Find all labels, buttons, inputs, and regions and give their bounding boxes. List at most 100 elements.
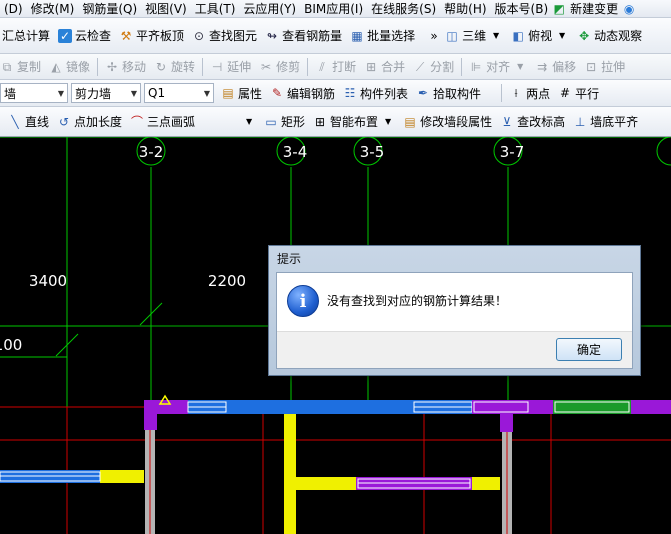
layer-combo[interactable]: 墙 ▼ [0, 83, 68, 103]
type-combo[interactable]: 剪力墙 ▼ [71, 83, 141, 103]
wall-bottom-flat-button[interactable]: ⊥ 墙底平齐 [569, 111, 642, 133]
binoculars-icon: ⊙ [194, 28, 205, 43]
menu-draw[interactable]: (D) [0, 0, 27, 17]
menu-view[interactable]: 视图(V) [141, 0, 191, 17]
move-button[interactable]: ✢ 移动 [101, 56, 150, 78]
chevron-down-icon: ▼ [57, 88, 64, 98]
trim-button[interactable]: ✂ 修剪 [255, 56, 304, 78]
hint-dialog: 提示 i 没有查找到对应的钢筋计算结果！ 确定 [268, 245, 641, 376]
dynamic-observe-button[interactable]: ✥ 动态观察 [573, 25, 646, 47]
stretch-button[interactable]: ⊡ 拉伸 [580, 56, 629, 78]
axis-label: 3-5 [360, 143, 385, 161]
menu-tools[interactable]: 工具(T) [191, 0, 240, 17]
chevron-down-icon: ▼ [493, 30, 500, 40]
menu-modify[interactable]: 修改(M) [27, 0, 79, 17]
two-points-button[interactable]: ⟊ 两点 [505, 82, 554, 104]
axis-bubble [656, 137, 671, 166]
flat-top-label: 平齐板顶 [136, 29, 185, 43]
menu-help[interactable]: 帮助(H) [440, 0, 490, 17]
dimension-text: 100 [0, 336, 22, 354]
edit-rebar-button[interactable]: ✎ 编辑钢筋 [266, 82, 339, 104]
parallel-label: 平行 [575, 86, 600, 101]
element-combo[interactable]: Q1 ▼ [144, 83, 214, 103]
overflow-chevron-icon[interactable]: » [427, 29, 441, 43]
menu-bar: (D) 修改(M) 钢筋量(Q) 视图(V) 工具(T) 云应用(Y) BIM应… [0, 0, 671, 18]
line-label: 直线 [25, 115, 50, 129]
axis-label: 3-2 [139, 143, 164, 161]
mirror-button[interactable]: ◭ 镜像 [45, 56, 94, 78]
find-element-button[interactable]: ⊙ 查找图元 [188, 25, 261, 47]
top-view-icon: ◧ [512, 28, 524, 43]
menu-rebar-quantity[interactable]: 钢筋量(Q) [78, 0, 141, 17]
menu-version[interactable]: 版本号(B) [491, 0, 553, 17]
align-label: 对齐 [486, 60, 511, 74]
pick-component-button[interactable]: ✒ 拾取构件 [412, 82, 485, 104]
view-rebar-button[interactable]: ↬ 查看钢筋量 [261, 25, 346, 47]
modify-wall-icon: ▤ [404, 114, 416, 129]
offset-button[interactable]: ⇉ 偏移 [531, 56, 580, 78]
top-view-dropdown[interactable]: ◧ 俯视 ▼ [507, 25, 573, 47]
parallel-button[interactable]: # 平行 [554, 82, 603, 104]
align-dropdown[interactable]: ⊫ 对齐 ▼ [465, 56, 531, 78]
beam-segment-purple [631, 400, 671, 414]
toolbar-edit: ⧉ 复制 ◭ 镜像 ✢ 移动 ↻ 旋转 ⊣ 延伸 ✂ 修剪 ⫽ 打断 ⊞ 合并 … [0, 54, 671, 80]
copy-icon: ⧉ [2, 59, 12, 74]
component-list-label: 构件列表 [360, 86, 409, 101]
new-change-icon: ◩ [553, 1, 565, 16]
dimension-text: 3400 [29, 272, 67, 290]
split-button[interactable]: ⟋ 分割 [409, 56, 458, 78]
point-length-label: 点加长度 [74, 115, 123, 129]
rectangle-label: 矩形 [281, 115, 306, 129]
rotate-button[interactable]: ↻ 旋转 [150, 56, 199, 78]
cube-3d-icon: ◫ [446, 28, 458, 43]
menu-new-change[interactable]: 新建变更 [566, 0, 622, 17]
cloud-account-icon[interactable]: ◉ [622, 2, 636, 16]
view-mode-label: 三维 [462, 29, 487, 43]
menu-bim[interactable]: BIM应用(I) [300, 0, 367, 17]
copy-button[interactable]: ⧉ 复制 [0, 56, 45, 78]
batch-select-icon: ▦ [351, 28, 363, 43]
wall-vertical [284, 414, 296, 534]
point-length-button[interactable]: ↺ 点加长度 [53, 111, 126, 133]
line-button[interactable]: ╲ 直线 [0, 111, 53, 133]
chevron-down-icon: ▼ [245, 116, 253, 126]
properties-button[interactable]: ▤ 属性 [217, 82, 266, 104]
merge-icon: ⊞ [366, 59, 377, 74]
component-list-button[interactable]: ☷ 构件列表 [339, 82, 412, 104]
trim-label: 修剪 [276, 60, 301, 74]
view-elevation-button[interactable]: ⊻ 查改标高 [496, 111, 569, 133]
mirror-label: 镜像 [66, 60, 91, 74]
copy-label: 复制 [17, 60, 42, 74]
menu-cloud-app[interactable]: 云应用(Y) [239, 0, 300, 17]
break-button[interactable]: ⫽ 打断 [311, 56, 360, 78]
summary-calc-button[interactable]: 汇总计算 [0, 25, 54, 47]
merge-label: 合并 [381, 60, 406, 74]
rotate-icon: ↻ [156, 59, 167, 74]
rotate-label: 旋转 [171, 60, 196, 74]
batch-select-button[interactable]: ▦ 批量选择 [346, 25, 419, 47]
extend-button[interactable]: ⊣ 延伸 [206, 56, 255, 78]
separator [202, 57, 204, 76]
smart-layout-dropdown[interactable]: ⊞ 智能布置 ▼ [309, 111, 399, 133]
rectangle-button[interactable]: ▭ 矩形 [260, 111, 309, 133]
split-label: 分割 [430, 60, 455, 74]
three-point-arc-dropdown[interactable]: ⌒ 三点画弧 ▼ [126, 111, 260, 133]
axis-label: 3-4 [283, 143, 308, 161]
merge-button[interactable]: ⊞ 合并 [360, 56, 409, 78]
stretch-label: 拉伸 [601, 60, 626, 74]
split-icon: ⟋ [415, 59, 425, 74]
flat-top-button[interactable]: ⚒ 平齐板顶 [115, 25, 188, 47]
ok-button[interactable]: 确定 [556, 338, 622, 361]
modify-wall-segment-button[interactable]: ▤ 修改墙段属性 [399, 111, 496, 133]
flat-top-icon: ⚒ [120, 28, 132, 43]
view-mode-dropdown[interactable]: ◫ 三维 ▼ [441, 25, 507, 47]
chevron-down-icon: ▼ [130, 88, 137, 98]
wall-bottom-icon: ⊥ [574, 114, 586, 129]
offset-icon: ⇉ [537, 59, 548, 74]
menu-online-service[interactable]: 在线服务(S) [367, 0, 440, 17]
chevron-down-icon: ▼ [384, 116, 392, 126]
point-length-icon: ↺ [58, 114, 70, 129]
cloud-check-button[interactable]: ✓ 云检查 [54, 25, 115, 47]
eyedropper-icon: ✒ [418, 86, 429, 100]
two-points-icon: ⟊ [514, 86, 518, 100]
